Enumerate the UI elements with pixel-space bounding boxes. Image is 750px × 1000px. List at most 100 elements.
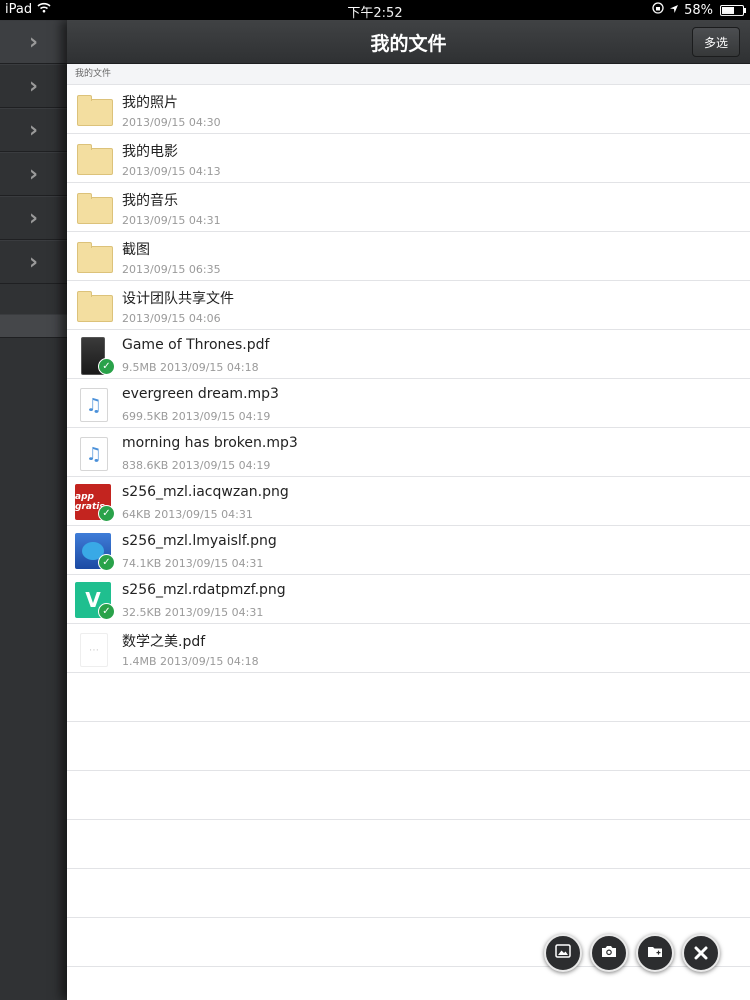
- folder-icon: [75, 92, 113, 128]
- file-row[interactable]: ♫ evergreen dream.mp3 699.5KB 2013/09/15 0…: [67, 379, 750, 428]
- sidebar: › › › › › ›: [0, 20, 67, 1000]
- book-cover-thumbnail: ✓: [75, 337, 115, 375]
- camera-button[interactable]: [590, 934, 628, 972]
- folder-icon: [75, 190, 113, 226]
- location-icon: [669, 3, 679, 18]
- file-row[interactable]: 我的音乐 2013/09/15 04:31: [67, 183, 750, 232]
- file-meta: 838.6KB 2013/09/15 04:19: [122, 459, 271, 472]
- file-name: morning has broken.mp3: [122, 435, 298, 451]
- synced-check-icon: ✓: [98, 505, 115, 522]
- page-title: 我的文件: [370, 33, 447, 55]
- file-meta: 32.5KB 2013/09/15 04:31: [122, 606, 264, 619]
- empty-row: [67, 673, 750, 722]
- file-row[interactable]: 设计团队共享文件 2013/09/15 04:06: [67, 281, 750, 330]
- blank-page-icon: ⋯: [80, 633, 108, 667]
- new-folder-button[interactable]: [636, 934, 674, 972]
- close-icon: [694, 941, 708, 965]
- folder-shape: [77, 95, 113, 126]
- image-thumbnail: ✓: [75, 533, 115, 571]
- folder-plus-icon: [647, 945, 663, 962]
- folder-shape: [77, 242, 113, 273]
- file-meta: 9.5MB 2013/09/15 04:18: [122, 361, 259, 374]
- synced-check-icon: ✓: [98, 603, 115, 620]
- folder-icon: [75, 239, 113, 275]
- empty-row: [67, 869, 750, 918]
- action-bar: [544, 934, 720, 972]
- empty-row: [67, 820, 750, 869]
- sidebar-item-6[interactable]: ›: [0, 240, 67, 284]
- file-meta: 64KB 2013/09/15 04:31: [122, 508, 253, 521]
- chevron-right-icon: ›: [28, 117, 39, 143]
- file-meta: 2013/09/15 06:35: [122, 263, 221, 276]
- chevron-right-icon: ›: [28, 29, 39, 55]
- file-row[interactable]: 我的照片 2013/09/15 04:30: [67, 85, 750, 134]
- image-thumbnail: V ✓: [75, 582, 115, 620]
- battery-icon: [720, 4, 746, 16]
- folder-icon: [75, 288, 113, 324]
- file-meta: 2013/09/15 04:06: [122, 312, 221, 325]
- sidebar-item-3[interactable]: ›: [0, 108, 67, 152]
- folder-icon: [75, 141, 113, 177]
- music-note-icon: ♫: [80, 388, 108, 422]
- synced-check-icon: ✓: [98, 358, 115, 375]
- sidebar-item-1[interactable]: ›: [0, 20, 67, 64]
- file-name: 截图: [122, 242, 150, 258]
- synced-check-icon: ✓: [98, 554, 115, 571]
- close-button[interactable]: [682, 934, 720, 972]
- main-panel: 我的文件 多选 我的文件 我的照片 2013/09/15 04:30 我的电影 201…: [67, 20, 750, 1000]
- file-meta: 2013/09/15 04:30: [122, 116, 221, 129]
- breadcrumb: 我的文件: [67, 64, 750, 85]
- music-file-icon: ♫: [75, 435, 111, 471]
- battery-percent: 58%: [684, 2, 713, 18]
- file-name: 设计团队共享文件: [122, 291, 234, 307]
- multi-select-button[interactable]: 多选: [692, 27, 740, 57]
- chevron-right-icon: ›: [28, 249, 39, 275]
- file-name: s256_mzl.rdatpmzf.png: [122, 582, 286, 598]
- music-note-icon: ♫: [80, 437, 108, 471]
- file-row[interactable]: V ✓ s256_mzl.rdatpmzf.png 32.5KB 2013/09/15…: [67, 575, 750, 624]
- file-meta: 2013/09/15 04:31: [122, 214, 221, 227]
- empty-row: [67, 771, 750, 820]
- file-name: 数学之美.pdf: [122, 634, 206, 650]
- music-file-icon: ♫: [75, 386, 111, 422]
- status-bar: iPad 下午2:52 58%: [0, 0, 750, 21]
- file-name: evergreen dream.mp3: [122, 386, 279, 402]
- upload-photo-button[interactable]: [544, 934, 582, 972]
- file-row[interactable]: ✓ Game of Thrones.pdf 9.5MB 2013/09/15 04:…: [67, 330, 750, 379]
- sidebar-item-selected[interactable]: [0, 314, 67, 338]
- file-list: 我的照片 2013/09/15 04:30 我的电影 2013/09/15 04:13…: [67, 85, 750, 673]
- camera-icon: [601, 945, 617, 962]
- file-name: 我的音乐: [122, 193, 178, 209]
- sidebar-item-4[interactable]: ›: [0, 152, 67, 196]
- image-icon: [555, 944, 571, 962]
- image-thumbnail: app gratis ✓: [75, 484, 115, 522]
- file-row[interactable]: ♫ morning has broken.mp3 838.6KB 2013/09/1…: [67, 428, 750, 477]
- file-meta: 1.4MB 2013/09/15 04:18: [122, 655, 259, 668]
- navigation-bar: 我的文件 多选: [67, 20, 750, 64]
- folder-shape: [77, 144, 113, 175]
- file-meta: 74.1KB 2013/09/15 04:31: [122, 557, 264, 570]
- status-right: 58%: [652, 2, 746, 18]
- file-name: s256_mzl.iacqwzan.png: [122, 484, 289, 500]
- file-row[interactable]: ✓ s256_mzl.lmyaislf.png 74.1KB 2013/09/15 …: [67, 526, 750, 575]
- folder-shape: [77, 193, 113, 224]
- file-name: 我的照片: [122, 95, 178, 111]
- folder-shape: [77, 291, 113, 322]
- file-name: 我的电影: [122, 144, 178, 160]
- chevron-right-icon: ›: [28, 161, 39, 187]
- sidebar-item-5[interactable]: ›: [0, 196, 67, 240]
- file-row[interactable]: ⋯ 数学之美.pdf 1.4MB 2013/09/15 04:18: [67, 624, 750, 673]
- file-meta: 2013/09/15 04:13: [122, 165, 221, 178]
- file-row[interactable]: 我的电影 2013/09/15 04:13: [67, 134, 750, 183]
- chevron-right-icon: ›: [28, 205, 39, 231]
- file-row[interactable]: app gratis ✓ s256_mzl.iacqwzan.png 64KB 201…: [67, 477, 750, 526]
- file-name: s256_mzl.lmyaislf.png: [122, 533, 277, 549]
- rotation-lock-icon: [652, 2, 664, 18]
- sidebar-item-2[interactable]: ›: [0, 64, 67, 108]
- empty-row: [67, 722, 750, 771]
- pdf-file-icon: ⋯: [75, 631, 111, 667]
- status-time: 下午2:52: [347, 6, 403, 21]
- file-row[interactable]: 截图 2013/09/15 06:35: [67, 232, 750, 281]
- file-name: Game of Thrones.pdf: [122, 337, 270, 353]
- file-meta: 699.5KB 2013/09/15 04:19: [122, 410, 271, 423]
